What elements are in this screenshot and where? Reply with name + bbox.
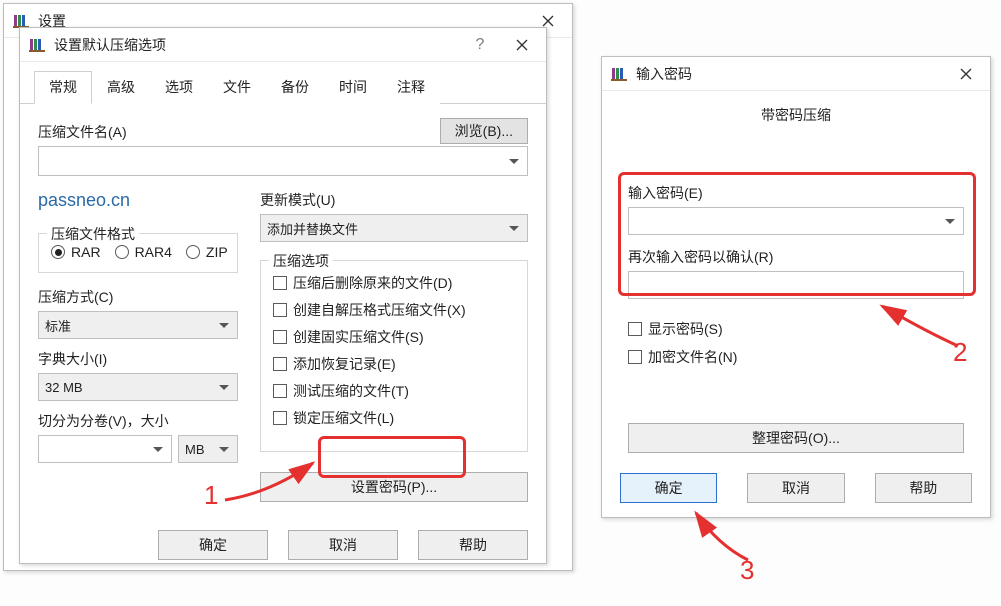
- opt-delete-after[interactable]: 压缩后删除原来的文件(D): [273, 273, 515, 293]
- tab-time[interactable]: 时间: [324, 71, 382, 104]
- show-password-checkbox[interactable]: 显示密码(S): [628, 319, 964, 339]
- d1-body: 压缩文件名(A) 浏览(B)... passneo.cn 压缩文件格式 RAR …: [20, 104, 546, 516]
- d2-help-button[interactable]: 帮助: [875, 473, 972, 503]
- default-compress-dialog: 设置默认压缩选项 ? 常规 高级 选项 文件 备份 时间 注释 压缩文件名(A)…: [19, 27, 547, 564]
- tab-backup[interactable]: 备份: [266, 71, 324, 104]
- split-unit-combo[interactable]: MB: [178, 435, 238, 463]
- encrypt-names-checkbox[interactable]: 加密文件名(N): [628, 347, 964, 367]
- set-password-button[interactable]: 设置密码(P)...: [260, 472, 528, 502]
- tab-advanced[interactable]: 高级: [92, 71, 150, 104]
- d1-close-button[interactable]: [500, 30, 544, 60]
- split-size-combo[interactable]: [38, 435, 172, 463]
- checkbox-icon: [273, 303, 287, 317]
- enter-password-label: 输入密码(E): [628, 183, 964, 203]
- method-value: 标准: [45, 316, 71, 335]
- checkbox-icon: [273, 411, 287, 425]
- split-label: 切分为分卷(V)，大小: [38, 411, 238, 431]
- radio-icon: [51, 245, 65, 259]
- d1-tabs: 常规 高级 选项 文件 备份 时间 注释: [20, 62, 546, 104]
- password-dialog: 输入密码 带密码压缩 输入密码(E) 再次输入密码以确认(R) 显示密码(S) …: [601, 56, 991, 518]
- tab-general[interactable]: 常规: [34, 71, 92, 104]
- archive-name-combo[interactable]: [38, 146, 528, 176]
- annotation-number-3: 3: [740, 555, 754, 586]
- checkbox-icon: [273, 276, 287, 290]
- checkbox-icon: [273, 357, 287, 371]
- d1-cancel-button[interactable]: 取消: [288, 530, 398, 560]
- checkbox-icon: [628, 322, 642, 336]
- d2-button-row: 确定 取消 帮助: [602, 453, 990, 517]
- reenter-password-field[interactable]: [628, 271, 964, 299]
- method-combo[interactable]: 标准: [38, 311, 238, 339]
- split-unit-value: MB: [185, 442, 205, 457]
- tab-comment[interactable]: 注释: [382, 71, 440, 104]
- options-legend: 压缩选项: [269, 251, 333, 271]
- organize-passwords-button[interactable]: 整理密码(O)...: [628, 423, 964, 453]
- tab-options[interactable]: 选项: [150, 71, 208, 104]
- books-icon: [610, 65, 628, 83]
- radio-icon: [186, 245, 200, 259]
- opt-lock[interactable]: 锁定压缩文件(L): [273, 408, 515, 428]
- reenter-password-label: 再次输入密码以确认(R): [628, 247, 964, 267]
- browse-button[interactable]: 浏览(B)...: [440, 118, 528, 144]
- update-mode-combo[interactable]: 添加并替换文件: [260, 214, 528, 242]
- enter-password-field[interactable]: [628, 207, 964, 235]
- close-icon: [960, 68, 972, 80]
- d2-title: 输入密码: [636, 64, 944, 84]
- d2-titlebar: 输入密码: [602, 57, 990, 91]
- format-legend: 压缩文件格式: [47, 224, 139, 244]
- d2-close-button[interactable]: [944, 59, 988, 89]
- close-icon: [542, 15, 554, 27]
- books-icon: [28, 36, 46, 54]
- d1-ok-button[interactable]: 确定: [158, 530, 268, 560]
- update-mode-value: 添加并替换文件: [267, 219, 358, 238]
- d1-button-row: 确定 取消 帮助: [20, 516, 546, 574]
- opt-sfx[interactable]: 创建自解压格式压缩文件(X): [273, 300, 515, 320]
- dict-combo[interactable]: 32 MB: [38, 373, 238, 401]
- archive-name-label: 压缩文件名(A): [38, 122, 127, 142]
- checkbox-icon: [273, 384, 287, 398]
- opt-test[interactable]: 测试压缩的文件(T): [273, 381, 515, 401]
- checkbox-icon: [628, 350, 642, 364]
- d1-titlebar: 设置默认压缩选项 ?: [20, 28, 546, 62]
- checkbox-icon: [273, 330, 287, 344]
- watermark: passneo.cn: [38, 184, 238, 211]
- format-rar[interactable]: RAR: [51, 244, 101, 260]
- d2-ok-button[interactable]: 确定: [620, 473, 717, 503]
- d2-heading: 带密码压缩: [602, 91, 990, 131]
- update-mode-label: 更新模式(U): [260, 190, 528, 210]
- d1-help-button[interactable]: ?: [460, 30, 500, 60]
- dict-label: 字典大小(I): [38, 349, 238, 369]
- method-label: 压缩方式(C): [38, 287, 238, 307]
- tab-files[interactable]: 文件: [208, 71, 266, 104]
- opt-recovery[interactable]: 添加恢复记录(E): [273, 354, 515, 374]
- radio-icon: [115, 245, 129, 259]
- opt-solid[interactable]: 创建固实压缩文件(S): [273, 327, 515, 347]
- dict-value: 32 MB: [45, 380, 83, 395]
- d1-title: 设置默认压缩选项: [54, 35, 460, 55]
- format-zip[interactable]: ZIP: [186, 244, 228, 260]
- close-icon: [516, 39, 528, 51]
- d2-cancel-button[interactable]: 取消: [747, 473, 844, 503]
- format-rar4[interactable]: RAR4: [115, 244, 172, 260]
- d1-help-button2[interactable]: 帮助: [418, 530, 528, 560]
